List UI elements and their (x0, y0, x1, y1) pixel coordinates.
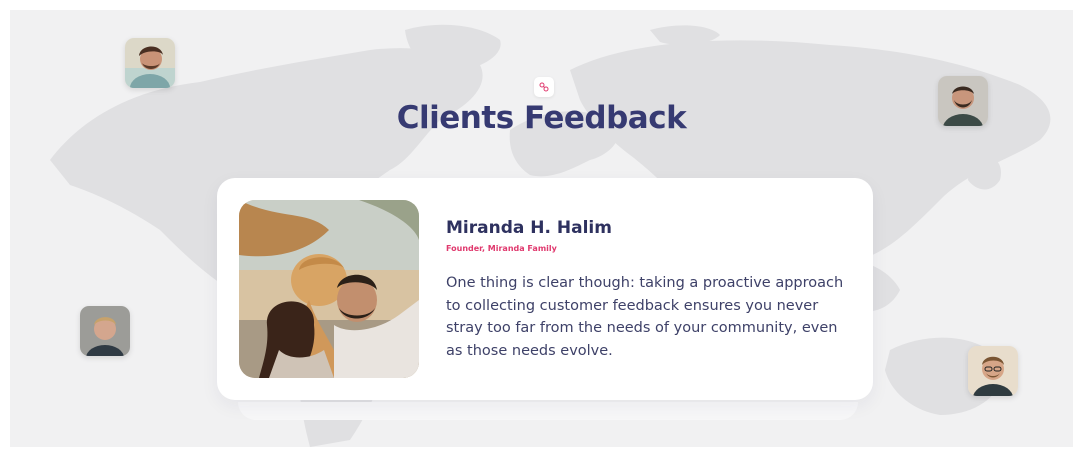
client-name: Miranda H. Halim (446, 218, 612, 238)
section-title: Clients Feedback (396, 100, 687, 136)
client-role: Founder, Miranda Family (446, 244, 557, 253)
client-avatar-top-left[interactable] (125, 38, 175, 88)
testimonial-text: One thing is clear though: taking a proa… (446, 275, 844, 359)
client-avatar-right[interactable] (968, 346, 1018, 396)
feedback-section: Clients Feedback Miranda H. Halim Founde… (10, 10, 1073, 447)
testimonial-photo (239, 200, 419, 378)
card-stack-shadow (238, 402, 858, 420)
client-avatar-left[interactable] (80, 306, 130, 356)
quote-icon (534, 77, 554, 97)
testimonial-card: Miranda H. Halim Founder, Miranda Family… (217, 178, 873, 400)
